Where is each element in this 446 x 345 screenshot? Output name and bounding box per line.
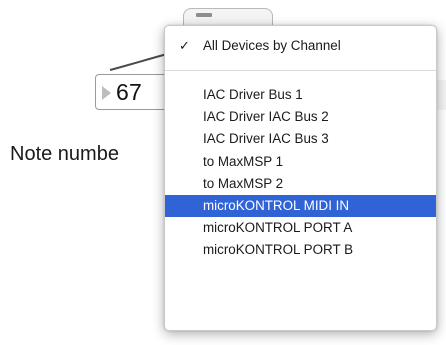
menu-item-label: to MaxMSP 1 [203,154,284,169]
menu-item-device[interactable]: to MaxMSP 1 [165,151,436,173]
menu-item-label: IAC Driver IAC Bus 2 [203,109,329,124]
menu-item-device[interactable]: microKONTROL PORT B [165,239,436,261]
menu-item-label: to MaxMSP 2 [203,176,284,191]
midi-device-popup-menu[interactable]: ✓ All Devices by Channel IAC Driver Bus … [164,25,437,331]
menu-item-all-devices[interactable]: ✓ All Devices by Channel [165,35,436,57]
number-value: 67 [116,79,142,105]
menu-item-device[interactable]: IAC Driver IAC Bus 2 [165,106,436,128]
menu-item-device[interactable]: microKONTROL PORT A [165,217,436,239]
menu-item-label: microKONTROL PORT A [203,220,353,235]
menu-item-label: microKONTROL MIDI IN [203,198,350,213]
menu-item-device[interactable]: IAC Driver IAC Bus 3 [165,128,436,150]
menu-item-label: All Devices by Channel [203,38,341,53]
menu-separator [165,70,436,71]
menu-item-device[interactable]: IAC Driver Bus 1 [165,84,436,106]
menu-item-device[interactable]: to MaxMSP 2 [165,173,436,195]
triangle-icon [102,86,111,100]
menu-item-label: microKONTROL PORT B [203,242,354,257]
inlet-tab-icon [196,13,212,17]
note-number-label: Note numbe [10,143,119,165]
menu-item-label: IAC Driver IAC Bus 3 [203,131,329,146]
menu-item-label: IAC Driver Bus 1 [203,87,303,102]
check-icon: ✓ [179,38,190,53]
number-box[interactable]: 67 [95,74,169,110]
menu-item-device[interactable]: microKONTROL MIDI IN [165,195,436,217]
